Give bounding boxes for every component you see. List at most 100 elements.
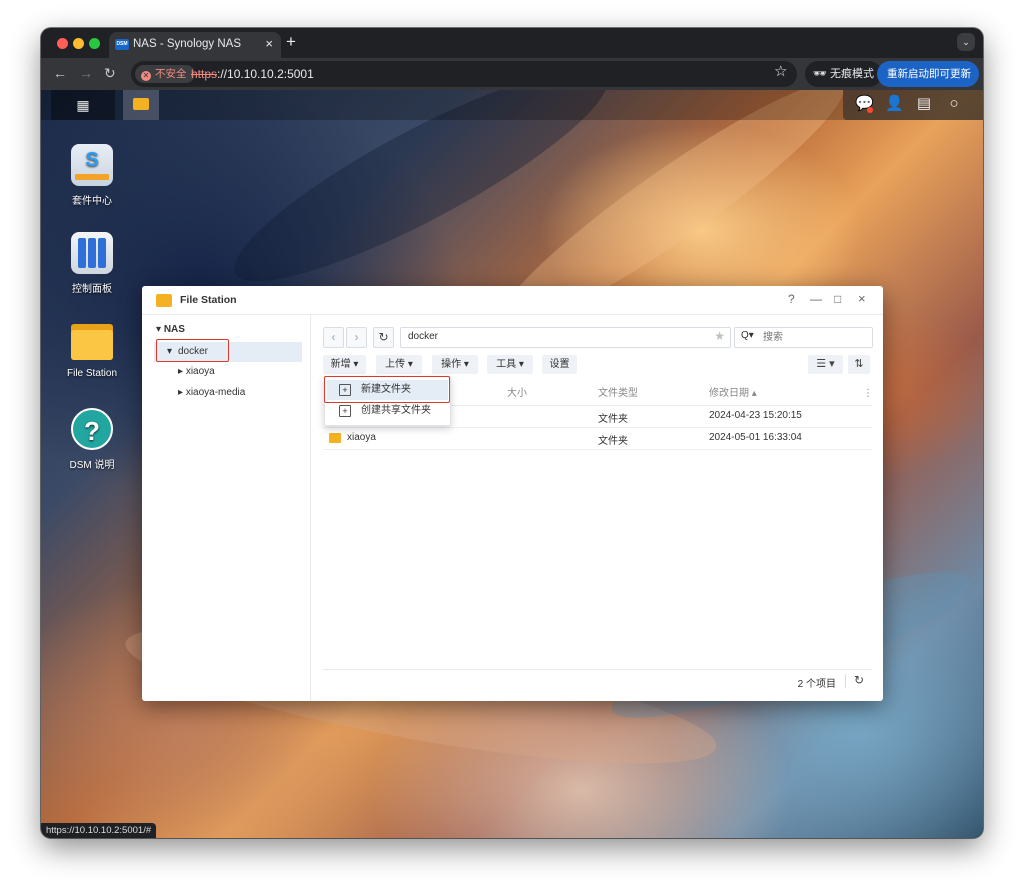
more-vert-icon: ⋮ [960,68,972,80]
desktop-icon-dsm-help[interactable]: ? DSM 说明 [44,408,140,471]
forward-button[interactable]: › [346,327,367,348]
tab-bar: DSM NAS - Synology NAS × + ⌄ [41,28,983,58]
file-browser-pane: ‹ › ↻ docker ★ Q▾ 新增 ▾ 上传 ▾ 操作 ▾ 工具 ▾ 设置… [311,315,883,701]
desktop-icon-package-center[interactable]: S 套件中心 [44,144,140,207]
search-box[interactable]: Q▾ [734,327,873,348]
search-icon[interactable]: ○ [945,95,963,113]
search-input[interactable] [763,330,863,344]
favorite-star-icon[interactable]: ★ [714,329,725,343]
list-view-button[interactable]: ☰ ▾ [808,355,843,374]
incognito-indicator[interactable]: 🕶 无痕模式 [805,61,883,87]
address-bar[interactable]: ✕ 不安全 https://10.10.10.2:5001 [131,61,797,87]
chevron-right-icon: › [354,330,359,344]
update-button[interactable]: 重新启动即可更新 ⋮ [877,61,979,87]
package-center-icon: S [71,144,113,186]
file-station-window: File Station ? — □ × ▾ NAS ▾ docker ▸ xi… [142,286,883,701]
tools-button-label: 工具 [496,359,517,370]
minimize-window-button[interactable] [73,38,84,49]
reload-icon[interactable]: ↻ [104,65,116,82]
file-type: 文件夹 [598,436,628,447]
caret-down-icon: ▾ [156,324,162,335]
back-button[interactable]: ‹ [323,327,344,348]
widgets-icon[interactable]: ▤ [915,95,933,113]
tab-title: NAS - Synology NAS [133,38,242,50]
column-size[interactable]: 大小 [507,384,527,404]
taskbar-file-station[interactable] [123,90,159,120]
user-icon[interactable]: 👤 [885,95,904,113]
column-options-icon[interactable]: ⋮ [863,384,873,404]
status-url-bubble: https://10.10.10.2:5001/# [41,823,157,838]
status-footer: 2 个项目 ↻ [323,669,872,692]
column-modified[interactable]: 修改日期 ▴ [709,384,757,404]
desktop-icon-label: 套件中心 [72,196,112,207]
system-tray: 💬 👤 ▤ ○ [843,90,983,120]
tree-root-label: NAS [163,324,185,335]
table-row[interactable]: xiaoya 文件夹 2024-05-01 16:33:04 [323,428,872,450]
control-panel-icon [71,232,113,274]
tree-item-xiaoya[interactable]: ▸ xiaoya [178,366,215,377]
search-dropdown-icon[interactable]: Q▾ [741,330,754,341]
folder-icon [329,433,341,443]
desktop-icon-file-station[interactable]: File Station [44,320,140,379]
browser-tab[interactable]: DSM NAS - Synology NAS × [109,32,281,58]
url-text[interactable]: https://10.10.10.2:5001 [191,67,314,81]
close-button[interactable]: × [858,291,866,306]
file-name: xiaoya [347,432,376,443]
add-shared-folder-icon: + [339,405,351,417]
help-button[interactable]: ? [788,292,795,306]
help-icon: ? [71,408,113,450]
refresh-icon: ↻ [378,330,389,344]
security-indicator[interactable]: ✕ 不安全 [135,65,195,83]
zoom-window-button[interactable] [89,38,100,49]
tree-root-nas[interactable]: ▾ NAS [156,324,185,335]
dsm-taskbar: ▦ 💬 👤 ▤ ○ [41,90,983,120]
url-scheme: https [191,67,218,81]
chevron-left-icon: ‹ [331,330,336,344]
tree-item-label: xiaoya [185,366,215,377]
path-text: docker [408,331,439,342]
menu-item-label: 创建共享文件夹 [361,405,431,416]
file-station-folder-icon [156,294,172,307]
tab-close-icon[interactable]: × [265,36,273,51]
dsm-favicon-icon: DSM [115,39,129,50]
refresh-button[interactable]: ↻ [373,327,394,348]
file-station-icon [71,320,113,362]
tree-item-xiaoya-media[interactable]: ▸ xiaoya-media [178,387,245,398]
action-button[interactable]: 操作 ▾ [432,355,478,374]
file-modified: 2024-04-23 15:20:15 [709,410,802,421]
highlight-box-create-folder [324,376,450,403]
sort-icon: ⇅ [854,358,864,370]
new-button[interactable]: 新增 ▾ [323,355,366,374]
tools-button[interactable]: 工具 ▾ [487,355,533,374]
menu-item-create-shared-folder[interactable]: + 创建共享文件夹 [327,401,448,421]
desktop-icon-label: File Station [66,368,118,379]
notification-icon[interactable]: 💬 [855,95,874,113]
upload-button[interactable]: 上传 ▾ [376,355,422,374]
window-titlebar[interactable]: File Station ? — □ × [142,286,883,315]
notification-dot [867,107,873,113]
tab-search-button[interactable]: ⌄ [957,33,975,51]
maximize-button[interactable]: □ [834,292,841,306]
back-arrow-icon[interactable]: ← [53,65,67,81]
caret-right-icon: ▸ [178,366,184,377]
sort-button[interactable]: ⇅ [848,355,870,374]
minimize-button[interactable]: — [810,292,822,306]
settings-button[interactable]: 设置 [542,355,577,374]
forward-arrow-icon[interactable]: → [79,65,93,81]
warning-icon: ✕ [141,71,151,81]
column-type[interactable]: 文件类型 [598,384,638,404]
browser-window: DSM NAS - Synology NAS × + ⌄ ← → ↻ ✕ 不安全 … [41,28,983,838]
new-tab-button[interactable]: + [286,32,296,52]
desktop-icon-control-panel[interactable]: 控制面板 [44,232,140,295]
browser-toolbar: ← → ↻ ✕ 不安全 https://10.10.10.2:5001 ☆ 🕶 无… [41,58,983,90]
file-type: 文件夹 [598,414,628,425]
dsm-desktop: ▦ 💬 👤 ▤ ○ S 套件中心 控制面板 File Station ? DSM… [41,90,983,838]
footer-refresh-icon[interactable]: ↻ [854,673,864,687]
path-bar[interactable]: docker ★ [400,327,731,348]
list-view-icon: ☰ ▾ [816,358,835,370]
bookmark-star-icon[interactable]: ☆ [774,62,787,80]
close-window-button[interactable] [57,38,68,49]
main-menu-button[interactable]: ▦ [51,90,115,120]
file-modified: 2024-05-01 16:33:04 [709,432,802,443]
highlight-box-docker [156,339,229,362]
